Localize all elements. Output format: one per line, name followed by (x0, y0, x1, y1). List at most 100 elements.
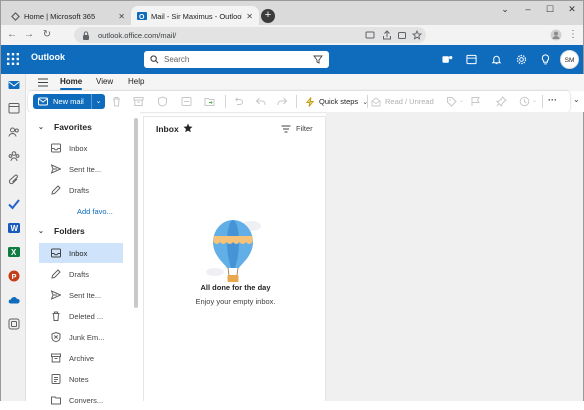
tag-icon[interactable] (446, 96, 457, 107)
forward-icon[interactable]: → (23, 29, 35, 41)
folder-pane: ⌄ Favorites Inbox Sent Ite... Drafts Add… (26, 112, 140, 405)
minimize-icon[interactable]: – (521, 4, 535, 14)
flag-icon[interactable] (470, 96, 481, 107)
outlook-icon: O (137, 12, 147, 21)
forward-icon[interactable] (277, 96, 288, 107)
favorite-star-icon[interactable] (183, 123, 193, 133)
tab-search-icon[interactable]: ⌄ (498, 4, 512, 15)
folder-item-notes[interactable]: Notes (39, 369, 123, 389)
folder-item-junk[interactable]: Junk Em... (39, 327, 123, 347)
filter-button[interactable]: Filter (281, 124, 313, 133)
search-box[interactable]: Search (144, 51, 329, 68)
bookmark-star-icon[interactable] (412, 30, 422, 40)
app-launcher-icon[interactable] (7, 53, 19, 65)
folders-header[interactable]: ⌄ Folders (38, 226, 85, 236)
empty-state-subtitle: Enjoy your empty inbox. (195, 297, 276, 306)
folder-label: Sent Ite... (69, 164, 102, 174)
drafts-icon (51, 185, 61, 195)
mail-icon[interactable] (8, 79, 20, 91)
sweep-icon[interactable] (181, 96, 192, 107)
report-shield-icon[interactable] (157, 96, 168, 107)
read-unread-button[interactable]: Read / Unread (371, 94, 438, 109)
share-icon[interactable] (382, 30, 392, 40)
favorite-item-inbox[interactable]: Inbox (39, 138, 123, 158)
powerpoint-icon[interactable]: P (8, 270, 20, 282)
filter-icon (281, 125, 291, 132)
folder-item-inbox[interactable]: Inbox (39, 243, 123, 263)
hamburger-menu-icon[interactable] (38, 78, 48, 87)
archive-icon (51, 353, 61, 363)
extension-icon[interactable] (397, 30, 407, 40)
profile-icon[interactable] (550, 29, 562, 41)
folder-label: Deleted ... (69, 311, 104, 321)
favorites-header[interactable]: ⌄ Favorites (38, 122, 92, 132)
pin-icon[interactable] (496, 96, 507, 107)
chevron-down-icon[interactable]: ⌄ (459, 97, 464, 104)
todo-check-icon[interactable] (8, 198, 20, 210)
toolbar-divider (225, 95, 226, 108)
tips-lightbulb-icon[interactable] (540, 54, 551, 65)
groups-icon[interactable] (8, 150, 20, 162)
favorite-item-sent[interactable]: Sent Ite... (39, 159, 123, 179)
site-info-icon[interactable] (82, 30, 90, 40)
tab-title: Home | Microsoft 365 (24, 11, 96, 21)
app-brand[interactable]: Outlook (31, 52, 65, 62)
word-icon[interactable]: W (8, 222, 20, 234)
favorite-item-drafts[interactable]: Drafts (39, 180, 123, 200)
add-favorite-link[interactable]: Add favo... (77, 207, 113, 216)
avatar[interactable]: SM (560, 50, 579, 69)
attachment-icon[interactable] (8, 174, 20, 186)
install-app-icon[interactable] (365, 30, 375, 40)
ribbon-tabs: Home View Help (26, 74, 584, 91)
window-close-icon[interactable]: ✕ (565, 4, 579, 15)
browser-toolbar: ← → ↻ outlook.office.com/mail/ ⋮ (0, 25, 584, 45)
folder-item-deleted[interactable]: Deleted ... (39, 306, 123, 326)
inbox-icon (51, 248, 61, 258)
archive-icon[interactable] (133, 96, 144, 107)
tab-home[interactable]: Home (60, 77, 83, 90)
folder-item-sent[interactable]: Sent Ite... (39, 285, 123, 305)
teams-icon[interactable] (442, 54, 453, 65)
tab-close-icon[interactable]: ✕ (118, 12, 125, 21)
move-to-folder-icon[interactable] (204, 96, 215, 107)
calendar-icon[interactable] (8, 102, 20, 114)
excel-icon[interactable]: X (8, 246, 20, 258)
quick-steps-button[interactable]: Quick steps ⌄ (305, 94, 368, 109)
reload-icon[interactable]: ↻ (41, 29, 53, 41)
more-options-icon[interactable]: ··· (548, 95, 557, 105)
new-tab-button[interactable]: + (261, 9, 275, 23)
new-mail-button[interactable]: New mail (33, 94, 91, 109)
svg-text:W: W (11, 224, 19, 233)
more-apps-icon[interactable] (8, 318, 20, 330)
browser-menu-icon[interactable]: ⋮ (567, 29, 579, 41)
back-icon[interactable]: ← (6, 29, 18, 41)
snooze-clock-icon[interactable] (519, 96, 530, 107)
people-icon[interactable] (8, 126, 20, 138)
maximize-icon[interactable]: ☐ (543, 4, 557, 15)
chevron-down-icon[interactable]: ⌄ (532, 97, 537, 104)
folder-label: Archive (69, 353, 95, 363)
folder-item-drafts[interactable]: Drafts (39, 264, 123, 284)
settings-gear-icon[interactable] (516, 54, 527, 65)
reply-icon[interactable] (255, 96, 266, 107)
tab-view[interactable]: View (96, 77, 113, 86)
collapse-ribbon-icon[interactable]: ⌄ (573, 95, 580, 104)
folder-label: Junk Em... (69, 332, 105, 342)
tab-outlook-mail[interactable]: O Mail - Sir Maximus - Outlook ✕ (131, 6, 259, 26)
tab-home-microsoft-365[interactable]: Home | Microsoft 365 ✕ (5, 6, 131, 26)
folder-item-archive[interactable]: Archive (39, 348, 123, 368)
folder-item-conversation-history[interactable]: Convers... (39, 390, 123, 410)
send-icon (51, 164, 61, 174)
tab-close-icon[interactable]: ✕ (246, 12, 253, 21)
browser-tab-bar: Home | Microsoft 365 ✕ O Mail - Sir Maxi… (0, 0, 584, 26)
my-day-icon[interactable] (466, 54, 477, 65)
tab-help[interactable]: Help (128, 77, 144, 86)
outlook-header: Outlook Search SM (0, 45, 584, 74)
delete-icon[interactable] (111, 96, 122, 107)
folder-pane-scrollbar[interactable] (134, 118, 138, 308)
undo-icon[interactable] (233, 96, 244, 107)
notifications-bell-icon[interactable] (491, 54, 502, 65)
search-filter-icon[interactable] (313, 55, 323, 64)
onedrive-icon[interactable] (8, 294, 20, 306)
chevron-down-icon[interactable]: ⌄ (91, 94, 105, 109)
